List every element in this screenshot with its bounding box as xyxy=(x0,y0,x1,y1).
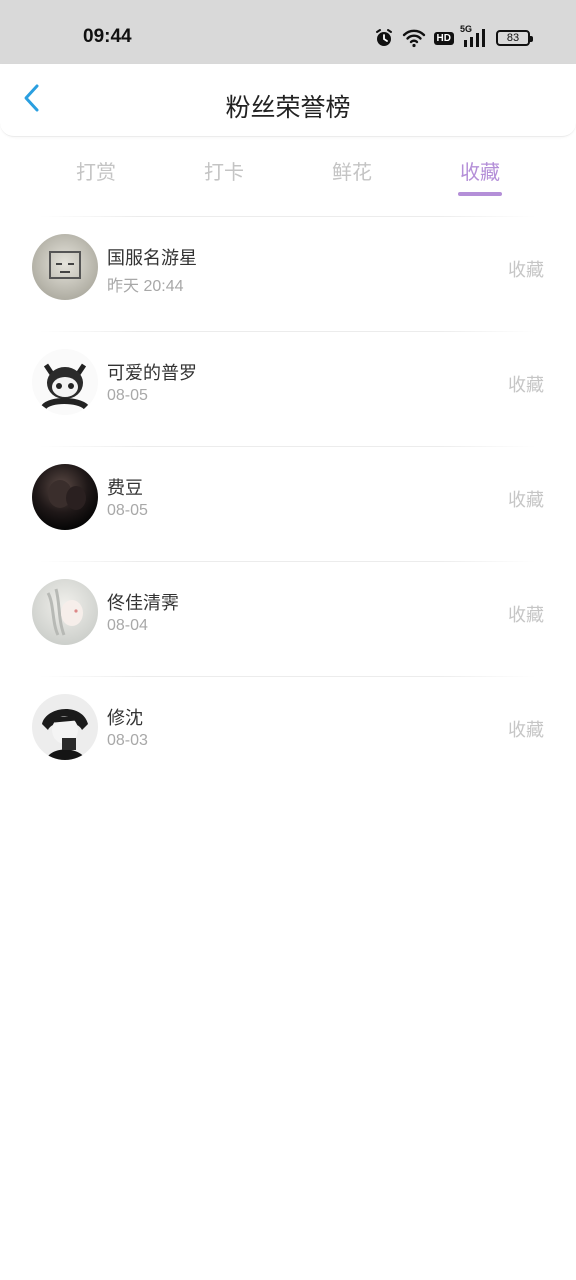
user-name: 可爱的普罗 xyxy=(107,363,197,384)
divider xyxy=(40,216,536,217)
status-time: 09:44 xyxy=(83,26,132,47)
tab-bar: 打赏 打卡 鲜花 收藏 xyxy=(0,136,576,206)
timestamp: 08-05 xyxy=(107,387,148,404)
timestamp: 08-05 xyxy=(107,502,148,519)
signal-icon: 5G xyxy=(460,24,488,48)
avatar[interactable] xyxy=(32,694,98,760)
list-item[interactable]: 费豆 08-05 收藏 xyxy=(0,446,576,561)
divider xyxy=(40,331,536,332)
status-bar: 09:44 HD 5G 83 xyxy=(0,0,576,64)
network-label: 5G xyxy=(460,24,473,34)
divider xyxy=(40,676,536,677)
favorite-label: 收藏 xyxy=(508,490,544,511)
avatar[interactable] xyxy=(32,234,98,300)
list-item[interactable]: 可爱的普罗 08-05 收藏 xyxy=(0,331,576,446)
battery-icon: 83 xyxy=(496,30,533,46)
avatar[interactable] xyxy=(32,349,98,415)
favorite-label: 收藏 xyxy=(508,375,544,396)
timestamp: 08-04 xyxy=(107,617,148,634)
user-name: 费豆 xyxy=(107,478,143,499)
battery-level: 83 xyxy=(506,32,520,44)
tab-favorites-label: 收藏 xyxy=(460,160,500,184)
tab-favorites[interactable]: 收藏 xyxy=(430,156,530,196)
divider xyxy=(40,561,536,562)
status-icons: HD 5G 83 xyxy=(374,24,533,50)
list-item[interactable]: 佟佳清霁 08-04 收藏 xyxy=(0,561,576,676)
hd-badge: HD xyxy=(433,31,454,45)
alarm-icon xyxy=(374,28,394,48)
list-item[interactable]: 修沈 08-03 收藏 xyxy=(0,676,576,791)
fan-list: 国服名游星 昨天 20:44 收藏 可爱的普罗 08-05 收藏 费豆 08-0… xyxy=(0,216,576,791)
wifi-icon xyxy=(402,28,426,48)
user-name: 佟佳清霁 xyxy=(107,593,179,614)
user-name: 国服名游星 xyxy=(107,248,197,269)
favorite-label: 收藏 xyxy=(508,605,544,626)
user-name: 修沈 xyxy=(107,708,143,729)
avatar[interactable] xyxy=(32,464,98,530)
timestamp: 昨天 20:44 xyxy=(107,278,184,295)
list-item[interactable]: 国服名游星 昨天 20:44 收藏 xyxy=(0,216,576,331)
timestamp: 08-03 xyxy=(107,732,148,749)
tab-checkin[interactable]: 打卡 xyxy=(174,156,274,185)
header: 粉丝荣誉榜 xyxy=(0,64,576,137)
tab-reward[interactable]: 打赏 xyxy=(46,156,146,185)
avatar[interactable] xyxy=(32,579,98,645)
favorite-label: 收藏 xyxy=(508,260,544,281)
divider xyxy=(40,446,536,447)
favorite-label: 收藏 xyxy=(508,720,544,741)
active-tab-indicator xyxy=(458,192,502,196)
tab-flowers[interactable]: 鲜花 xyxy=(302,156,402,185)
page-title: 粉丝荣誉榜 xyxy=(225,93,351,122)
